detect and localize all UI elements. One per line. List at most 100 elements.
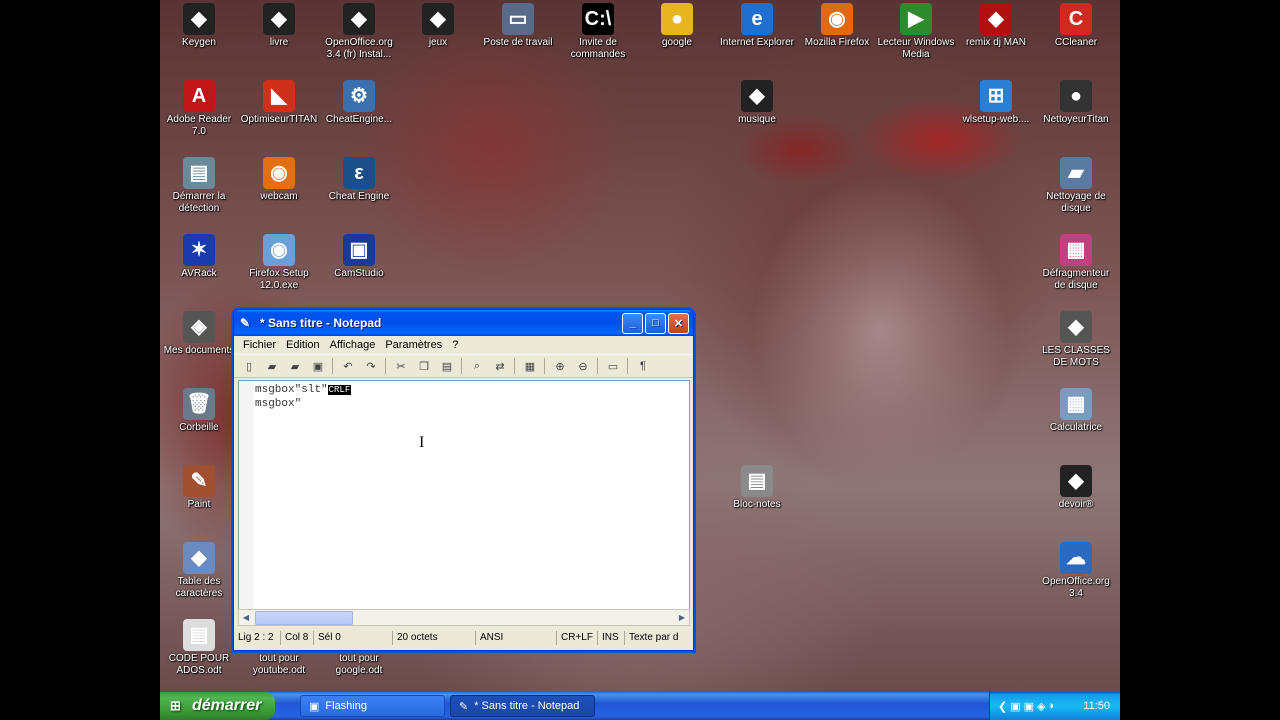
horizontal-scrollbar[interactable]: ◀ ▶ — [238, 609, 690, 626]
desktop-icon[interactable]: ☁ OpenOffice.org 3.4 — [1036, 542, 1116, 600]
toolbar: ▯ ▰ ▰ ▣ ↶ ↷ ✂ ❐ ▤ ⌕ ⇄ ▦ ⊕ ⊖ ▭ ¶ — [234, 354, 693, 378]
paste-icon[interactable]: ▤ — [438, 358, 456, 374]
desktop-icon[interactable]: ◆ musique — [717, 80, 797, 126]
title-bar[interactable]: ✎ * Sans titre - Notepad _ □ ✕ — [234, 310, 693, 336]
text-editor[interactable]: msgbox"slt"CRLF msgbox" — [238, 380, 690, 610]
cut-icon[interactable]: ✂ — [392, 358, 410, 374]
taskbar: ⊞ démarrer ▣ Flashing ✎ * Sans titre - N… — [160, 692, 1120, 720]
desktop-icon[interactable]: ◆ devoir® — [1036, 465, 1116, 511]
desktop-icon[interactable]: C:\ Invite de commandes — [558, 3, 638, 61]
desktop-icon[interactable]: ▰ Nettoyage de disque — [1036, 157, 1116, 215]
tray-collapse-icon[interactable]: ❮ — [998, 700, 1007, 713]
notepad-window[interactable]: ✎ * Sans titre - Notepad _ □ ✕ Fichier E… — [233, 309, 694, 651]
desktop-icon[interactable]: ◆ Keygen — [159, 3, 239, 49]
desktop-shortcut-icon: ● — [1060, 80, 1092, 112]
editor-content[interactable]: msgbox"slt"CRLF msgbox" — [255, 383, 352, 411]
system-tray: ❮ ▣ ▣ ◈ ◗ 11:50 — [989, 692, 1120, 720]
desktop-icon[interactable]: A Adobe Reader 7.0 — [159, 80, 239, 138]
word-wrap-icon[interactable]: ▭ — [604, 358, 622, 374]
desktop-shortcut-icon: ◆ — [980, 3, 1012, 35]
zoom-out-icon[interactable]: ⊖ — [574, 358, 592, 374]
copy-icon[interactable]: ❐ — [415, 358, 433, 374]
desktop-icon-label: jeux — [428, 37, 448, 48]
toolbar-separator — [597, 358, 598, 374]
zoom-in-icon[interactable]: ⊕ — [551, 358, 569, 374]
desktop-icon[interactable]: ▦ Défragmenteur de disque — [1036, 234, 1116, 292]
clock: 11:50 — [1083, 700, 1110, 712]
left-letterbox — [0, 0, 160, 720]
redo-icon[interactable]: ↷ — [362, 358, 380, 374]
desktop-icon[interactable]: ◣ OptimiseurTITAN — [239, 80, 319, 126]
scroll-left-icon[interactable]: ◀ — [239, 610, 253, 625]
desktop-icon[interactable]: ▤ Bloc-notes — [717, 465, 797, 511]
tray-network-icon[interactable]: ▣ — [1024, 700, 1034, 713]
save-icon[interactable]: ▣ — [309, 358, 327, 374]
desktop-icon-label: OpenOffice.org 3.4 (fr) Instal... — [325, 37, 393, 60]
open-folder-icon[interactable]: ▰ — [263, 358, 281, 374]
tray-antivirus-icon[interactable]: ◈ — [1037, 700, 1045, 713]
desktop-icon[interactable]: ◉ Mozilla Firefox — [797, 3, 877, 49]
desktop-icon-label: Mozilla Firefox — [804, 37, 870, 48]
maximize-button[interactable]: □ — [645, 312, 666, 334]
desktop-icon-label: Adobe Reader 7.0 — [166, 114, 232, 137]
close-button[interactable]: ✕ — [668, 312, 689, 334]
desktop-icon-label: CCleaner — [1054, 37, 1098, 48]
desktop-icon[interactable]: ◉ webcam — [239, 157, 319, 203]
toolbar-separator — [514, 358, 515, 374]
desktop-shortcut-icon: ▤ — [183, 157, 215, 189]
desktop-icon[interactable]: ◆ jeux — [398, 3, 478, 49]
desktop-icon-label: Calculatrice — [1049, 422, 1103, 433]
desktop-shortcut-icon: A — [183, 80, 215, 112]
desktop-shortcut-icon: ▦ — [1060, 234, 1092, 266]
desktop-icon[interactable]: ✶ AVRack — [159, 234, 239, 280]
desktop-icon[interactable]: ◆ LES CLASSES DE MOTS — [1036, 311, 1116, 369]
desktop-icon[interactable]: ▤ CODE POUR ADOS.odt — [159, 619, 239, 677]
desktop-shortcut-icon: ◆ — [422, 3, 454, 35]
desktop-icon[interactable]: ◆ livre — [239, 3, 319, 49]
desktop-icon[interactable]: ▤ Démarrer la détection — [159, 157, 239, 215]
desktop-icon[interactable]: e Internet Explorer — [717, 3, 797, 49]
desktop-icon[interactable]: ▣ CamStudio — [319, 234, 399, 280]
toolbar-separator — [385, 358, 386, 374]
minimize-button[interactable]: _ — [622, 312, 643, 334]
menu-affichage[interactable]: Affichage — [325, 339, 381, 351]
desktop-shortcut-icon: ▤ — [183, 619, 215, 651]
desktop-shortcut-icon: ⊞ — [980, 80, 1012, 112]
new-file-icon[interactable]: ▯ — [240, 358, 258, 374]
desktop-icon[interactable]: ◆ Table des caractères — [159, 542, 239, 600]
menu-edition[interactable]: Edition — [281, 339, 325, 351]
menu-help[interactable]: ? — [447, 339, 463, 351]
desktop-icon[interactable]: ⚙ CheatEngine... — [319, 80, 399, 126]
desktop-icon[interactable]: ◈ Mes documents — [159, 311, 239, 357]
menu-parametres[interactable]: Paramètres — [380, 339, 447, 351]
start-button[interactable]: ⊞ démarrer — [160, 692, 275, 720]
replace-icon[interactable]: ⇄ — [491, 358, 509, 374]
show-symbols-icon[interactable]: ¶ — [634, 358, 652, 374]
desktop-shortcut-icon: ✶ — [183, 234, 215, 266]
desktop-icon[interactable]: ▶ Lecteur Windows Media — [876, 3, 956, 61]
scroll-right-icon[interactable]: ▶ — [675, 610, 689, 625]
find-icon[interactable]: ⌕ — [468, 358, 486, 374]
open-recent-icon[interactable]: ▰ — [286, 358, 304, 374]
goto-icon[interactable]: ▦ — [521, 358, 539, 374]
desktop-icon[interactable]: 🗑 Corbeille — [159, 388, 239, 434]
desktop-icon[interactable]: ▭ Poste de travail — [478, 3, 558, 49]
desktop-icon[interactable]: ● google — [637, 3, 717, 49]
desktop-icon[interactable]: ⊞ wlsetup-web.... — [956, 80, 1036, 126]
desktop-shortcut-icon: ▣ — [343, 234, 375, 266]
task-flashing[interactable]: ▣ Flashing — [300, 695, 445, 717]
tray-app-icon[interactable]: ▣ — [1010, 700, 1020, 713]
desktop-icon[interactable]: ✎ Paint — [159, 465, 239, 511]
undo-icon[interactable]: ↶ — [339, 358, 357, 374]
task-notepad[interactable]: ✎ * Sans titre - Notepad — [450, 695, 595, 717]
desktop-icon[interactable]: ▦ Calculatrice — [1036, 388, 1116, 434]
menu-fichier[interactable]: Fichier — [238, 339, 281, 351]
desktop-icon[interactable]: ε Cheat Engine — [319, 157, 399, 203]
scroll-thumb[interactable] — [255, 611, 353, 625]
desktop-icon[interactable]: ◆ OpenOffice.org 3.4 (fr) Instal... — [319, 3, 399, 61]
desktop-icon[interactable]: C CCleaner — [1036, 3, 1116, 49]
desktop-icon[interactable]: ◉ Firefox Setup 12.0.exe — [239, 234, 319, 292]
desktop-icon[interactable]: ● NettoyeurTitan — [1036, 80, 1116, 126]
tray-volume-icon[interactable]: ◗ — [1049, 700, 1056, 713]
desktop-icon[interactable]: ◆ remix dj MAN — [956, 3, 1036, 49]
